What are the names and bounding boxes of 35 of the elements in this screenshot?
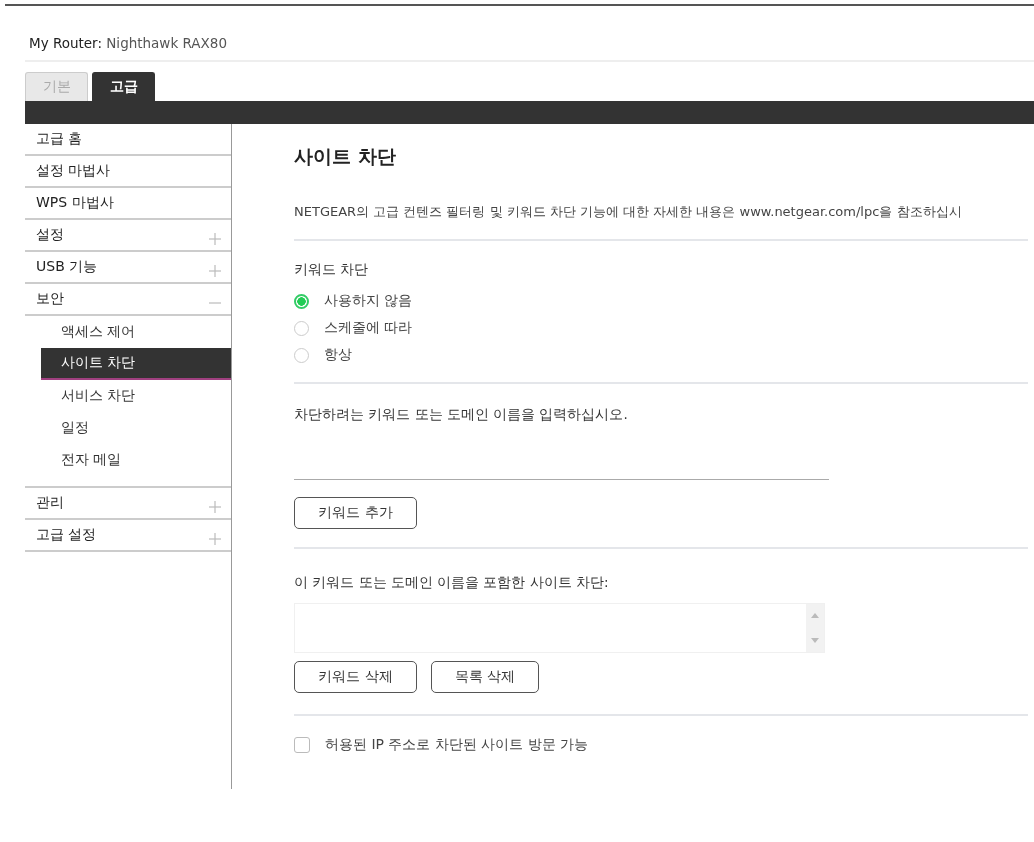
scroll-down-icon[interactable] bbox=[811, 638, 819, 643]
sidebar-item[interactable]: WPS 마법사 bbox=[25, 188, 231, 220]
radio-label: 항상 bbox=[324, 346, 352, 364]
sidebar-item[interactable]: 설정 마법사 bbox=[25, 156, 231, 188]
router-name: My Router: Nighthawk RAX80 bbox=[29, 35, 228, 51]
sidebar-item[interactable]: 고급 홈 bbox=[25, 124, 231, 156]
scrollbar[interactable] bbox=[806, 604, 824, 652]
description-text: NETGEAR의 고급 컨텐즈 필터링 및 키워드 차단 기능에 대한 자세한 내용은 www.netgear.com/lpc을 참조하십시 bbox=[294, 203, 962, 221]
radio-label: 스케줄에 따라 bbox=[324, 319, 413, 337]
sidebar-subitem[interactable]: 일정 bbox=[41, 412, 231, 444]
list-action-button[interactable]: 키워드 삭제 bbox=[294, 661, 417, 693]
sidebar-item[interactable]: 설정 bbox=[25, 220, 231, 252]
page-title: 사이트 차단 bbox=[294, 144, 396, 169]
tab[interactable]: 고급 bbox=[92, 72, 155, 101]
radio-label: 사용하지 않음 bbox=[324, 292, 413, 310]
sidebar-item[interactable]: 고급 설정 bbox=[25, 520, 231, 552]
keyword-list-box[interactable] bbox=[294, 603, 825, 653]
checkbox[interactable] bbox=[294, 737, 310, 753]
sidebar-item[interactable]: 관리 bbox=[25, 488, 231, 520]
sidebar-subitem[interactable]: 사이트 차단 bbox=[41, 348, 231, 380]
sidebar-item[interactable]: USB 기능 bbox=[25, 252, 231, 284]
checkbox-label: 허용된 IP 주소로 차단된 사이트 방문 가능 bbox=[325, 736, 589, 754]
sidebar-subitem[interactable]: 전자 메일 bbox=[41, 444, 231, 476]
sidebar-subitem[interactable]: 액세스 제어 bbox=[41, 316, 231, 348]
prompt-text: 차단하려는 키워드 또는 도메인 이름을 입력하십시오. bbox=[294, 406, 628, 424]
list-action-button[interactable]: 목록 삭제 bbox=[431, 661, 539, 693]
add-keyword-button[interactable]: 키워드 추가 bbox=[294, 497, 417, 529]
radio-button[interactable] bbox=[294, 293, 309, 309]
section-label: 키워드 차단 bbox=[294, 261, 369, 279]
sidebar-item[interactable]: 보안 bbox=[25, 284, 231, 316]
list-label: 이 키워드 또는 도메인 이름을 포함한 사이트 차단: bbox=[294, 574, 609, 592]
scroll-up-icon[interactable] bbox=[811, 613, 819, 618]
sidebar-subitem[interactable]: 서비스 차단 bbox=[41, 380, 231, 412]
radio-button[interactable] bbox=[294, 347, 309, 363]
radio-button[interactable] bbox=[294, 320, 309, 336]
